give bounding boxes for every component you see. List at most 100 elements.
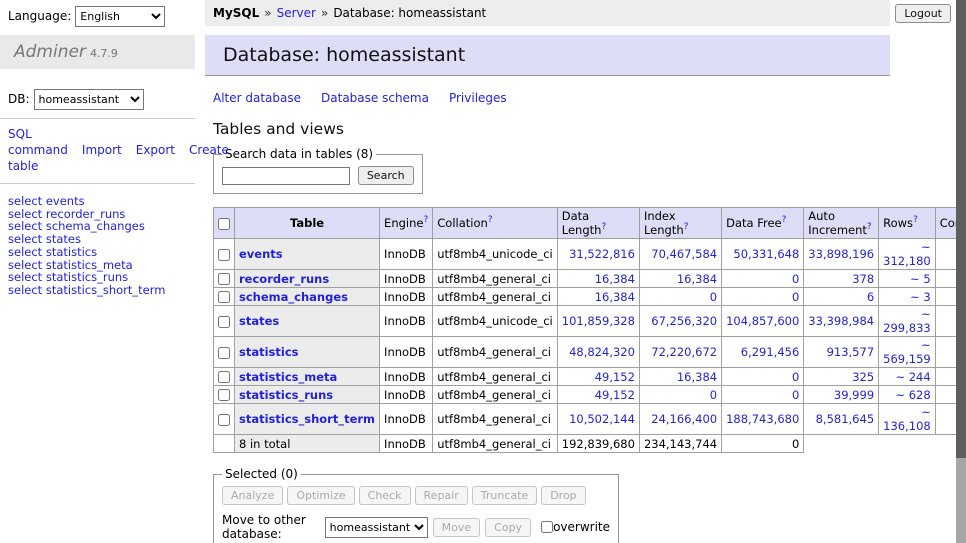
- row-checkbox[interactable]: [218, 347, 230, 359]
- breadcrumb-separator-2: »: [321, 6, 328, 20]
- engine-cell: InnoDB: [380, 270, 433, 288]
- language-row: Language: English: [0, 0, 195, 27]
- sidebar-link-export[interactable]: Export: [136, 143, 175, 157]
- database-schema-link[interactable]: Database schema: [321, 91, 429, 105]
- index-length-cell: 16,384: [639, 368, 721, 386]
- collation-cell: utf8mb4_unicode_ci: [433, 239, 558, 270]
- table-name-link[interactable]: recorder_runs: [239, 272, 329, 286]
- search-button[interactable]: Search: [358, 166, 414, 185]
- table-name-cell: recorder_runs: [235, 270, 380, 288]
- help-link-icon[interactable]: ?: [867, 222, 872, 232]
- repair-button[interactable]: Repair: [415, 486, 468, 505]
- table-name-cell: statistics_short_term: [235, 404, 380, 435]
- row-checkbox[interactable]: [218, 414, 230, 426]
- tables-overview-table: Table Engine? Collation? Data Length? In…: [213, 207, 966, 453]
- help-link-icon[interactable]: ?: [913, 215, 918, 225]
- page-title: Database: homeassistant: [205, 35, 890, 76]
- sidebar-item-select-statistics-short-term[interactable]: select statistics_short_term: [8, 284, 187, 297]
- vertical-scrollbar[interactable]: [956, 0, 966, 543]
- language-select[interactable]: English: [75, 6, 165, 27]
- total-index-length-cell: 234,143,744: [639, 435, 721, 453]
- row-checkbox[interactable]: [218, 273, 230, 285]
- sidebar-link-sql-command[interactable]: SQL command: [8, 127, 68, 157]
- logout-button[interactable]: Logout: [895, 4, 951, 23]
- data-length-cell: 49,152: [557, 386, 639, 404]
- sidebar-item-select-states[interactable]: select states: [8, 233, 187, 246]
- table-name-link[interactable]: statistics_runs: [239, 388, 333, 402]
- sidebar-item-select-events[interactable]: select events: [8, 195, 187, 208]
- rows-count-cell: ~ 244: [879, 368, 936, 386]
- move-database-select[interactable]: homeassistant: [325, 517, 428, 538]
- tables-body: eventsInnoDButf8mb4_unicode_ci31,522,816…: [214, 239, 966, 453]
- tables-heading: Tables and views: [213, 120, 890, 138]
- db-select[interactable]: homeassistant: [34, 89, 144, 110]
- alter-database-link[interactable]: Alter database: [213, 91, 301, 105]
- auto-increment-cell: 325: [804, 368, 879, 386]
- selected-legend: Selected (0): [222, 467, 301, 481]
- move-label: Move to other database:: [222, 513, 320, 541]
- auto-increment-cell: 8,581,645: [804, 404, 879, 435]
- app-version: 4.7.9: [90, 47, 118, 60]
- optimize-button[interactable]: Optimize: [287, 486, 354, 505]
- language-label: Language:: [8, 9, 71, 23]
- table-name-link[interactable]: statistics: [239, 345, 299, 359]
- table-name-cell: statistics: [235, 337, 380, 368]
- collation-cell: utf8mb4_general_ci: [433, 368, 558, 386]
- data-length-cell: 101,859,328: [557, 306, 639, 337]
- drop-button[interactable]: Drop: [541, 486, 585, 505]
- search-input[interactable]: [222, 167, 350, 185]
- sidebar-link-import[interactable]: Import: [82, 143, 122, 157]
- index-length-cell: 0: [639, 288, 721, 306]
- table-name-link[interactable]: statistics_meta: [239, 370, 337, 384]
- column-header-data-free: Data Free?: [722, 208, 804, 239]
- ghost-cell: [804, 435, 879, 453]
- column-header-index-length: Index Length?: [639, 208, 721, 239]
- copy-button[interactable]: Copy: [485, 518, 531, 537]
- database-nav-links: Alter database Database schema Privileges: [213, 91, 890, 105]
- privileges-link[interactable]: Privileges: [449, 91, 507, 105]
- table-name-link[interactable]: statistics_short_term: [239, 412, 375, 426]
- help-link-icon[interactable]: ?: [601, 222, 606, 232]
- check-button[interactable]: Check: [359, 486, 411, 505]
- table-row: statesInnoDButf8mb4_unicode_ci101,859,32…: [214, 306, 966, 337]
- truncate-button[interactable]: Truncate: [472, 486, 537, 505]
- table-name-cell: statistics_meta: [235, 368, 380, 386]
- row-checkbox[interactable]: [218, 291, 230, 303]
- app-name: Adminer: [14, 42, 86, 62]
- row-checkbox[interactable]: [218, 316, 230, 328]
- collation-cell: utf8mb4_general_ci: [433, 404, 558, 435]
- table-row: eventsInnoDButf8mb4_unicode_ci31,522,816…: [214, 239, 966, 270]
- collation-cell: utf8mb4_general_ci: [433, 337, 558, 368]
- row-checkbox-cell: [214, 368, 235, 386]
- row-checkbox[interactable]: [218, 249, 230, 261]
- breadcrumb-server-link[interactable]: Server: [277, 6, 316, 20]
- help-link-icon[interactable]: ?: [782, 215, 787, 225]
- row-checkbox[interactable]: [218, 389, 230, 401]
- total-collation-cell: utf8mb4_general_ci: [433, 435, 558, 453]
- select-all-checkbox[interactable]: [218, 218, 230, 230]
- row-checkbox[interactable]: [218, 371, 230, 383]
- move-button[interactable]: Move: [433, 518, 481, 537]
- scrollbar-thumb[interactable]: [956, 0, 966, 458]
- data-free-cell: 188,743,680: [722, 404, 804, 435]
- breadcrumb: MySQL » Server » Database: homeassistant: [205, 0, 890, 26]
- row-checkbox-cell: [214, 337, 235, 368]
- table-name-link[interactable]: events: [239, 247, 283, 261]
- data-free-cell: 6,291,456: [722, 337, 804, 368]
- engine-cell: InnoDB: [380, 337, 433, 368]
- table-row: statistics_metaInnoDButf8mb4_general_ci4…: [214, 368, 966, 386]
- table-name-link[interactable]: states: [239, 314, 279, 328]
- table-name-link[interactable]: schema_changes: [239, 290, 348, 304]
- data-free-cell: 0: [722, 288, 804, 306]
- analyze-button[interactable]: Analyze: [222, 486, 283, 505]
- table-row: recorder_runsInnoDButf8mb4_general_ci16,…: [214, 270, 966, 288]
- rows-count-cell: ~ 628: [879, 386, 936, 404]
- sidebar-item-select-statistics[interactable]: select statistics: [8, 246, 187, 259]
- engine-cell: InnoDB: [380, 404, 433, 435]
- index-length-cell: 67,256,320: [639, 306, 721, 337]
- help-link-icon[interactable]: ?: [423, 215, 428, 225]
- help-link-icon[interactable]: ?: [684, 222, 689, 232]
- help-link-icon[interactable]: ?: [488, 215, 493, 225]
- overwrite-checkbox[interactable]: [541, 521, 553, 533]
- auto-increment-cell: 378: [804, 270, 879, 288]
